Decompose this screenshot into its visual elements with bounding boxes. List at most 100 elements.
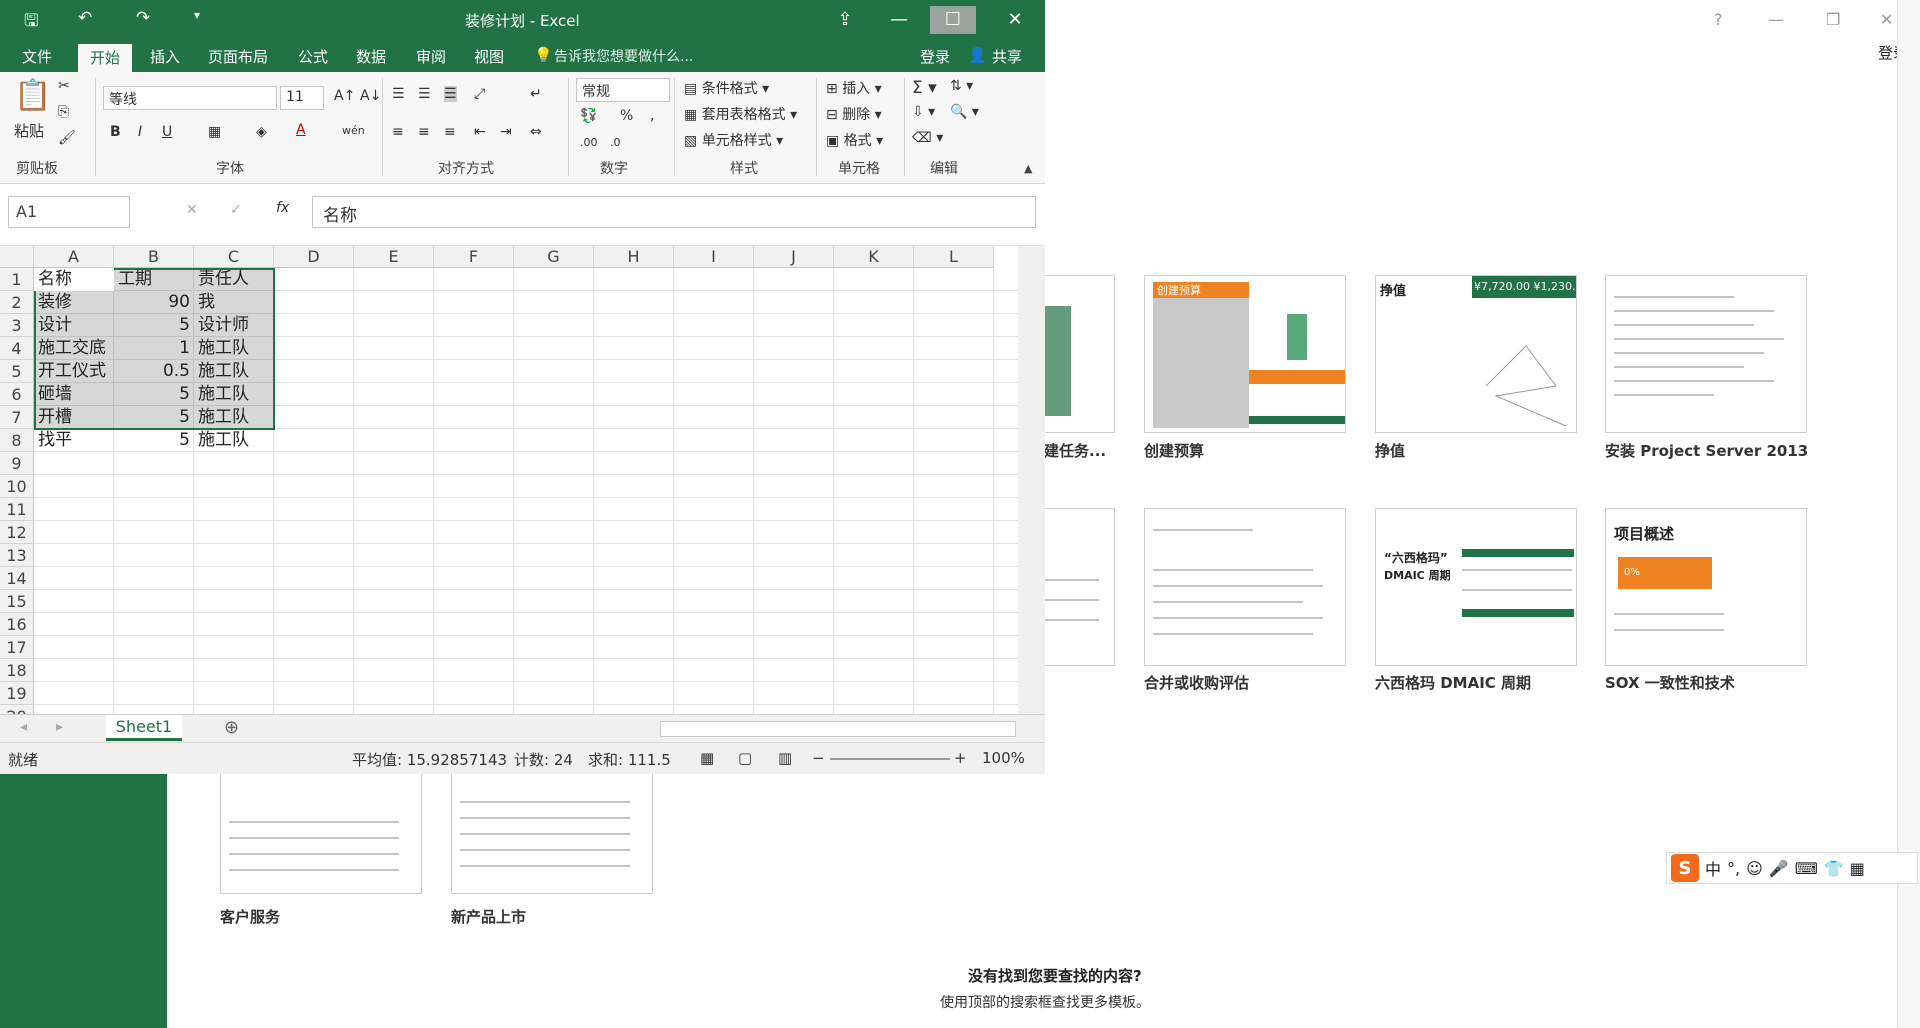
vertical-scrollbar[interactable] <box>1018 246 1045 714</box>
login-link[interactable]: 登录 <box>920 46 950 67</box>
cell[interactable]: 90 <box>114 291 194 314</box>
normal-view-icon[interactable]: ▦ <box>700 749 714 767</box>
percent-icon[interactable]: % <box>620 108 633 124</box>
maximize-icon[interactable]: ☐ <box>930 6 976 34</box>
cell[interactable]: 5 <box>114 383 194 406</box>
row-header[interactable]: 12 <box>0 521 34 544</box>
restore-icon[interactable]: ❐ <box>1826 10 1840 29</box>
cell[interactable]: 5 <box>114 406 194 429</box>
cell[interactable]: 我 <box>194 291 274 314</box>
tab-page-layout[interactable]: 页面布局 <box>208 46 268 67</box>
format-as-table-button[interactable]: ▦ 套用表格格式 ▾ <box>684 104 797 124</box>
formula-input[interactable]: 名称 <box>312 196 1036 228</box>
find-select-icon[interactable]: 🔍 ▾ <box>950 104 979 120</box>
cell[interactable]: 装修 <box>34 291 114 314</box>
cell[interactable]: 开槽 <box>34 406 114 429</box>
cell[interactable]: 0.5 <box>114 360 194 383</box>
row-header[interactable]: 3 <box>0 314 34 337</box>
collapse-ribbon-icon[interactable]: ▲ <box>1024 162 1032 175</box>
cell[interactable]: 施工队 <box>194 429 274 452</box>
cell-styles-button[interactable]: ▧ 单元格样式 ▾ <box>684 130 783 150</box>
fill-color-icon[interactable]: ◈ <box>256 124 267 140</box>
paste-icon[interactable]: 📋 <box>14 78 51 113</box>
row-header[interactable]: 2 <box>0 291 34 314</box>
row-header[interactable]: 9 <box>0 452 34 475</box>
bold-icon[interactable]: B <box>110 124 121 140</box>
row-header[interactable]: 14 <box>0 567 34 590</box>
font-size-select[interactable]: 11 <box>280 86 324 110</box>
column-header[interactable]: J <box>754 246 834 268</box>
keyboard-icon[interactable]: ⌨ <box>1795 859 1818 878</box>
share-button[interactable]: 共享 <box>992 46 1022 67</box>
cell[interactable]: 开工仪式 <box>34 360 114 383</box>
align-right-icon[interactable]: ≡ <box>444 124 456 140</box>
row-header[interactable]: 6 <box>0 383 34 406</box>
save-icon[interactable]: 🖫 <box>24 8 38 37</box>
tab-view[interactable]: 视图 <box>474 46 504 67</box>
paste-button[interactable]: 粘贴 <box>14 120 44 141</box>
tab-formulas[interactable]: 公式 <box>298 46 328 67</box>
prev-sheet-icon[interactable]: ◂ <box>20 719 27 735</box>
column-header[interactable]: B <box>114 246 194 268</box>
name-box[interactable]: A1 <box>8 196 130 228</box>
template-thumb-ev[interactable]: 挣值 ¥7,720.00 ¥1,230.0 <box>1375 275 1577 433</box>
template-label[interactable]: 建任务... <box>1044 440 1106 461</box>
fill-icon[interactable]: ⇩ ▾ <box>912 104 935 120</box>
align-center-icon[interactable]: ≡ <box>418 124 430 140</box>
row-header[interactable]: 7 <box>0 406 34 429</box>
close-icon[interactable]: ✕ <box>992 6 1038 34</box>
italic-icon[interactable]: I <box>138 124 142 140</box>
grid-icon[interactable]: ▦ <box>1850 859 1865 878</box>
help-icon[interactable]: ? <box>1714 10 1723 29</box>
comma-icon[interactable]: , <box>650 108 654 124</box>
row-header[interactable]: 8 <box>0 429 34 452</box>
emoji-icon[interactable]: ☺ <box>1746 859 1763 878</box>
indent-decrease-icon[interactable]: ⇤ <box>474 124 486 140</box>
insert-cells-button[interactable]: ⊞ 插入 ▾ <box>826 78 882 98</box>
column-header[interactable]: E <box>354 246 434 268</box>
row-header[interactable]: 16 <box>0 613 34 636</box>
row-header[interactable]: 13 <box>0 544 34 567</box>
row-header[interactable]: 4 <box>0 337 34 360</box>
template-label[interactable]: 挣值 <box>1375 440 1405 461</box>
sheet-tab[interactable]: Sheet1 <box>106 715 182 741</box>
next-sheet-icon[interactable]: ▸ <box>56 719 63 735</box>
template-label[interactable]: 新产品上市 <box>451 906 526 927</box>
row-header[interactable]: 20 <box>0 705 34 714</box>
currency-icon[interactable]: 💱 <box>580 108 597 124</box>
wrap-text-icon[interactable]: ↵ <box>530 86 542 102</box>
cancel-icon[interactable]: ✕ <box>186 202 198 218</box>
conditional-format-button[interactable]: ▤ 条件格式 ▾ <box>684 78 769 98</box>
phonetic-icon[interactable]: wén <box>342 124 365 137</box>
template-label[interactable]: SOX 一致性和技术 <box>1605 672 1735 693</box>
tab-insert[interactable]: 插入 <box>150 46 180 67</box>
delete-cells-button[interactable]: ⊟ 删除 ▾ <box>826 104 882 124</box>
cell[interactable]: 工期 <box>114 268 194 291</box>
number-format-select[interactable]: 常规 <box>576 78 670 102</box>
zoom-level[interactable]: 100% <box>982 749 1025 767</box>
decrease-decimal-icon[interactable]: .0 <box>610 136 621 149</box>
template-thumb-sixsigma[interactable]: “六西格玛” DMAIC 周期 <box>1375 508 1577 666</box>
ime-lang[interactable]: 中 <box>1705 856 1721 880</box>
close-icon[interactable]: ✕ <box>1880 10 1893 29</box>
tab-data[interactable]: 数据 <box>356 46 386 67</box>
column-header[interactable]: K <box>834 246 914 268</box>
mic-icon[interactable]: 🎤 <box>1769 859 1789 878</box>
column-header[interactable]: H <box>594 246 674 268</box>
cell[interactable]: 施工队 <box>194 337 274 360</box>
border-icon[interactable]: ▦ <box>208 124 221 140</box>
cell[interactable]: 名称 <box>34 268 114 291</box>
column-header[interactable]: A <box>34 246 114 268</box>
column-header[interactable]: G <box>514 246 594 268</box>
cell[interactable]: 施工交底 <box>34 337 114 360</box>
row-header[interactable]: 19 <box>0 682 34 705</box>
page-break-view-icon[interactable]: ▥ <box>778 749 792 767</box>
template-label[interactable]: 六西格玛 DMAIC 周期 <box>1375 672 1531 693</box>
clear-icon[interactable]: ⌫ ▾ <box>912 130 943 146</box>
cell[interactable]: 施工队 <box>194 406 274 429</box>
autosum-icon[interactable]: Σ ▾ <box>912 78 937 98</box>
ribbon-display-icon[interactable]: ⇪ <box>822 6 868 34</box>
underline-icon[interactable]: U <box>162 124 172 140</box>
user-icon[interactable]: 👤 <box>968 46 987 64</box>
column-header[interactable]: F <box>434 246 514 268</box>
